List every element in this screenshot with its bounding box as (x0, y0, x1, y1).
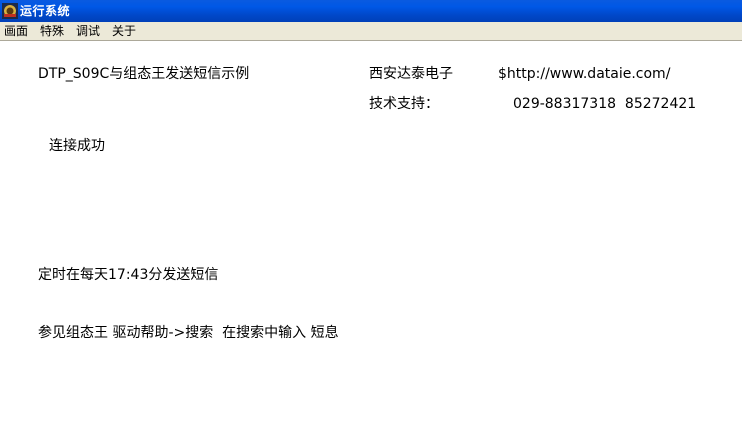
menu-item-special[interactable]: 特殊 (40, 24, 64, 39)
support-label: 技术支持： (369, 96, 439, 112)
support-phone: 029-88317318 85272421 (513, 96, 697, 112)
demo-heading: DTP_S09C与组态王发送短信示例 (38, 66, 250, 82)
menu-bar: 画面 特殊 调试 关于 (0, 22, 742, 41)
runtime-canvas: DTP_S09C与组态王发送短信示例 西安达泰电子 $http://www.da… (0, 41, 742, 443)
help-text: 参见组态王 驱动帮助->搜索 在搜索中输入 短息 (38, 325, 339, 341)
title-bar[interactable]: 运行系统 (0, 0, 742, 22)
company-name: 西安达泰电子 (369, 66, 453, 82)
menu-item-about[interactable]: 关于 (112, 24, 136, 39)
schedule-text: 定时在每天17:43分发送短信 (38, 267, 219, 283)
menu-item-screen[interactable]: 画面 (4, 24, 28, 39)
menu-item-debug[interactable]: 调试 (76, 24, 100, 39)
app-icon (2, 3, 18, 19)
company-website: $http://www.dataie.com/ (498, 66, 671, 82)
window-title: 运行系统 (20, 4, 71, 18)
connection-status: 连接成功 (49, 138, 105, 154)
